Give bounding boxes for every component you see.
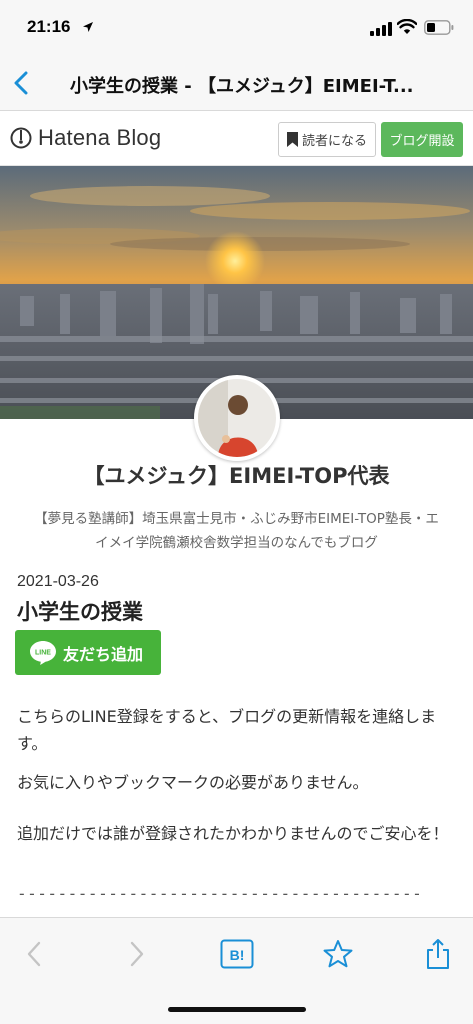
hatena-bookmark-button[interactable]: B! — [217, 934, 257, 974]
chevron-left-icon — [27, 941, 41, 967]
home-indicator[interactable] — [168, 1007, 306, 1012]
post-title[interactable]: 小学生の授業 — [17, 596, 143, 626]
location-arrow-icon — [83, 22, 93, 32]
star-icon — [323, 940, 353, 968]
open-blog-button[interactable]: ブログ開設 — [381, 122, 463, 157]
open-blog-button-label: ブログ開設 — [389, 134, 455, 149]
status-bar: 21:16 — [0, 0, 473, 56]
wifi-icon — [397, 19, 417, 34]
pen-nib-icon — [10, 127, 32, 149]
bookmark-icon — [286, 132, 298, 147]
line-logo-text: LINE — [35, 649, 51, 656]
subscribe-button-label: 読者になる — [301, 134, 367, 149]
status-time: 21:16 — [27, 17, 71, 36]
line-button-label: 友だち追加 — [63, 644, 144, 664]
page-title: 小学生の授業 - 【ユメジュク】EIMEI-T... — [70, 76, 414, 97]
hatena-logo-text: Hatena Blog — [38, 125, 162, 150]
text-divider: ---------------------------------------- — [17, 884, 423, 903]
bookmark-star-button[interactable] — [318, 934, 358, 974]
share-button[interactable] — [418, 934, 458, 974]
chevron-left-icon — [14, 71, 28, 95]
post-paragraph: こちらのLINE登録をすると、ブログの更新情報を連絡します。 — [17, 707, 437, 753]
post-paragraph: お気に入りやブックマークの必要がありません。 — [17, 773, 369, 792]
share-icon — [427, 939, 449, 969]
subscribe-button[interactable]: 読者になる — [278, 122, 376, 157]
line-add-friend-button[interactable]: LINE 友だち追加 — [15, 630, 161, 675]
hatena-blog-logo[interactable]: Hatena Blog — [10, 125, 161, 151]
battery-icon — [424, 20, 454, 35]
browser-back-button[interactable] — [14, 934, 54, 974]
post-paragraph: 追加だけでは誰が登録されたかわかりませんのでご安心を！ — [17, 824, 449, 843]
back-button[interactable] — [6, 66, 36, 100]
hatebu-label: B! — [230, 947, 245, 963]
browser-forward-button[interactable] — [117, 934, 157, 974]
post-date[interactable]: 2021-03-26 — [17, 573, 99, 591]
avatar[interactable] — [194, 375, 280, 461]
cellular-signal-icon — [370, 22, 392, 36]
blog-description: 【夢見る塾講師】埼玉県富士見市・ふじみ野市EIMEI-TOP塾長・エイメイ学院鶴… — [34, 511, 439, 551]
blog-title[interactable]: 【ユメジュク】EIMEI-TOP代表 — [0, 460, 473, 490]
hatena-bookmark-icon: B! — [220, 939, 254, 969]
chevron-right-icon — [130, 941, 144, 967]
line-logo-icon: LINE — [30, 640, 56, 665]
navigation-bar: 小学生の授業 - 【ユメジュク】EIMEI-T... — [0, 56, 473, 111]
